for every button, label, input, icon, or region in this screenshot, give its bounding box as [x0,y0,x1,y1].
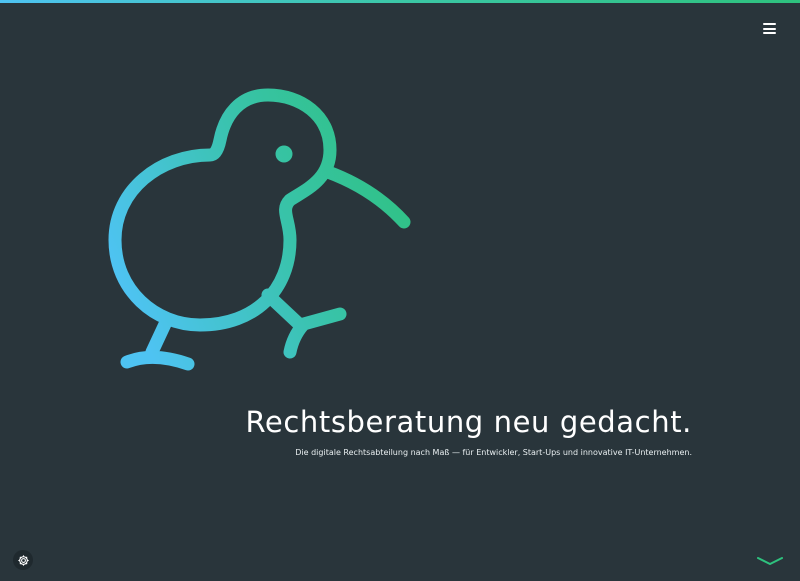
gear-icon [17,554,29,566]
kiwi-eye [275,145,293,163]
hero-headline: Rechtsberatung neu gedacht. [245,405,692,439]
kiwi-bird-logo [108,88,411,371]
page: Rechtsberatung neu gedacht. Die digitale… [0,0,800,581]
hero-subline: Die digitale Rechtsabteilung nach Maß — … [295,448,692,457]
chevron-down-icon[interactable] [755,553,785,571]
settings-button[interactable] [13,550,33,570]
hamburger-menu-icon-line-3 [763,32,776,35]
hamburger-menu-icon [763,23,776,26]
hamburger-menu-icon-line-2 [763,27,776,30]
menu-button[interactable] [759,20,781,38]
top-gradient-bar [0,0,800,3]
